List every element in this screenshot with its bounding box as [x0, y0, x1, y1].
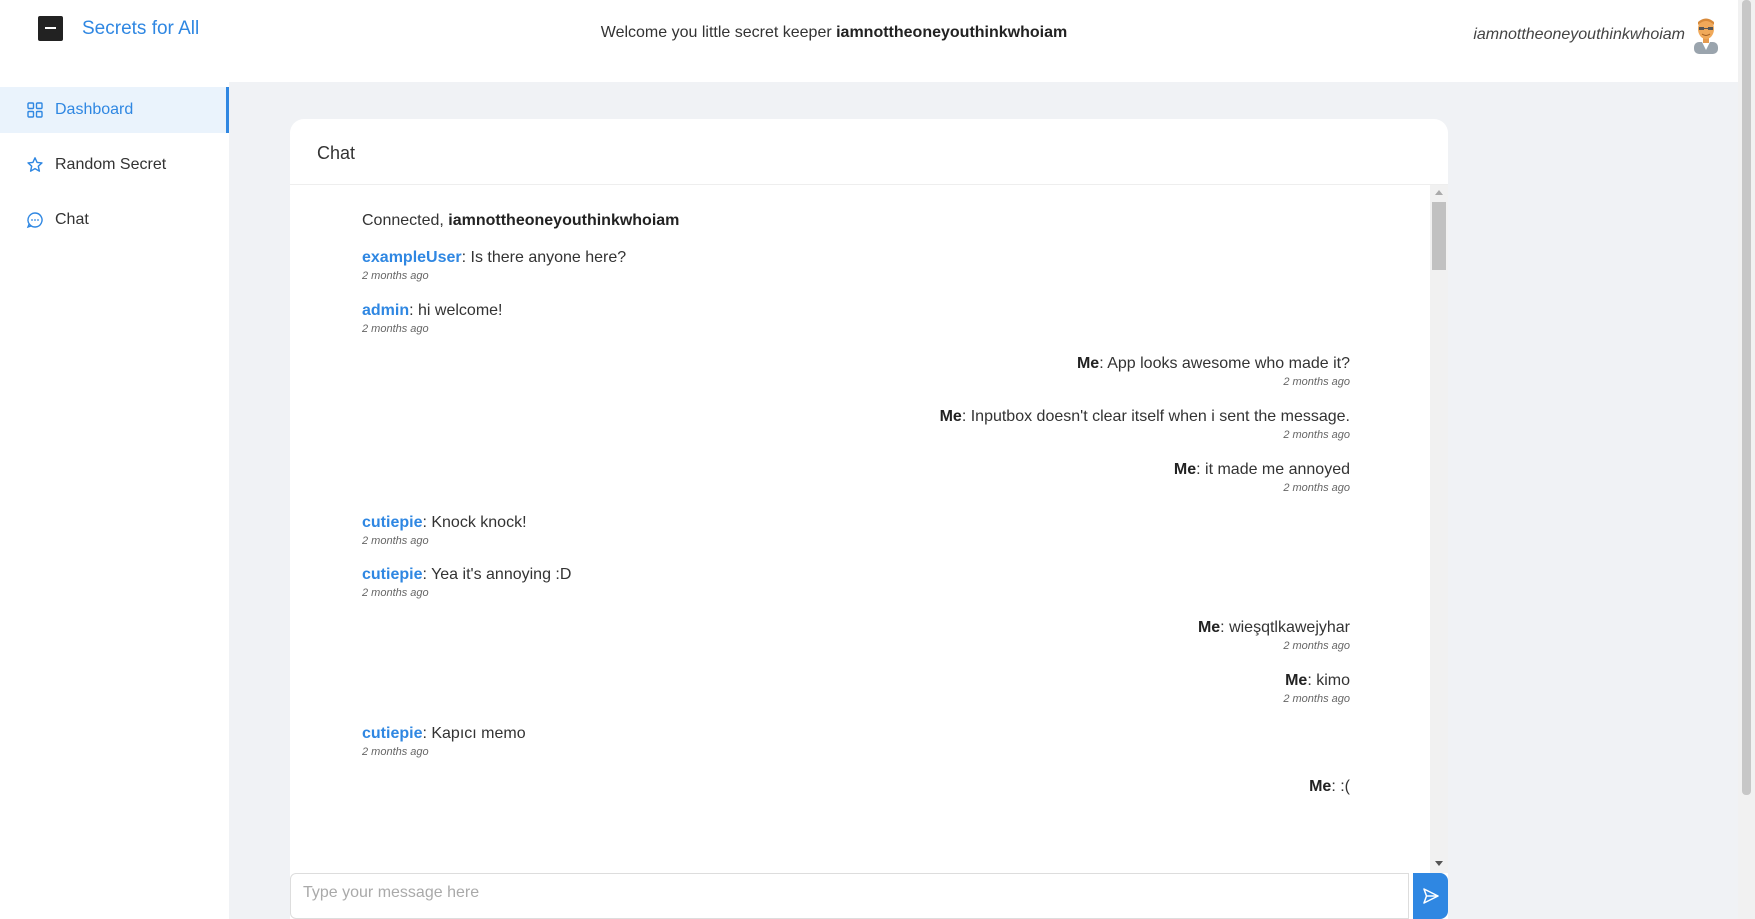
message-timestamp: 2 months ago [1283, 482, 1350, 494]
chat-message: Me: wieşqtlkawejyhar 2 months ago [1198, 619, 1350, 652]
top-header: Secrets for All Welcome you little secre… [0, 0, 1738, 82]
message-text: : kimo [1307, 672, 1350, 689]
chat-message: cutiepie: Knock knock! 2 months ago [362, 514, 527, 547]
message-author: Me [1197, 619, 1221, 636]
message-timestamp: 2 months ago [1283, 640, 1350, 652]
main-content: Chat Connected, iamnottheoneyouthinkwhoi… [229, 82, 1738, 919]
message-timestamp: 2 months ago [362, 535, 429, 547]
chat-card: Chat Connected, iamnottheoneyouthinkwhoi… [290, 119, 1448, 919]
message-text: : Is there anyone here? [461, 249, 627, 266]
chat-messages[interactable]: Connected, iamnottheoneyouthinkwhoiam ex… [290, 185, 1430, 873]
welcome-message: Welcome you little secret keeper iamnott… [0, 24, 1668, 42]
connected-prefix: Connected, [362, 212, 449, 229]
sidebar-item-label: Random Secret [55, 156, 167, 173]
message-text: : Kapıcı memo [422, 725, 526, 742]
sidebar-item-dashboard[interactable]: Dashboard [0, 87, 229, 133]
message-text: : wieşqtlkawejyhar [1220, 619, 1350, 636]
chat-message: admin: hi welcome! 2 months ago [362, 302, 503, 335]
message-author[interactable]: cutiepie [362, 725, 422, 742]
chat-scroll-thumb[interactable] [1432, 202, 1446, 270]
connected-username: iamnottheoneyouthinkwhoiam [448, 212, 680, 229]
send-button[interactable] [1413, 873, 1448, 919]
message-text: : :( [1331, 778, 1350, 795]
message-input[interactable] [290, 873, 1409, 919]
chat-message: Me: App looks awesome who made it? 2 mon… [1077, 355, 1350, 388]
message-author[interactable]: cutiepie [362, 566, 422, 583]
message-timestamp: 2 months ago [362, 323, 429, 335]
message-author[interactable]: cutiepie [362, 514, 422, 531]
message-timestamp: 2 months ago [1283, 693, 1350, 705]
chat-message: Me: kimo 2 months ago [1283, 672, 1350, 705]
message-author: Me [939, 408, 962, 425]
chat-message: Me: Inputbox doesn't clear itself when i… [940, 408, 1350, 441]
page-scroll-thumb[interactable] [1742, 0, 1751, 795]
message-author: Me [1285, 672, 1308, 689]
star-icon [26, 156, 44, 174]
welcome-prefix: Welcome you little secret keeper [600, 24, 837, 41]
sidebar-item-label: Chat [55, 211, 89, 228]
welcome-username: iamnottheoneyouthinkwhoiam [836, 24, 1068, 41]
send-icon [1422, 888, 1439, 904]
connected-status: Connected, iamnottheoneyouthinkwhoiam [362, 212, 679, 230]
message-author: Me [1173, 461, 1197, 478]
chat-message: cutiepie: Kapıcı memo 2 months ago [362, 725, 526, 758]
chat-message: exampleUser: Is there anyone here? 2 mon… [362, 249, 626, 282]
message-timestamp: 2 months ago [362, 587, 429, 599]
message-text: : App looks awesome who made it? [1099, 355, 1350, 372]
message-timestamp: 2 months ago [362, 270, 429, 282]
sidebar-item-random-secret[interactable]: Random Secret [0, 142, 229, 188]
user-menu[interactable]: iamnottheoneyouthinkwhoiam [1473, 16, 1721, 54]
message-author: Me [1076, 355, 1100, 372]
scroll-down-arrow-icon[interactable] [1435, 861, 1443, 866]
chat-message: cutiepie: Yea it's annoying :D 2 months … [362, 566, 571, 599]
message-text: : Inputbox doesn't clear itself when i s… [961, 408, 1350, 425]
message-text: : Yea it's annoying :D [422, 566, 572, 583]
message-author: Me [1309, 778, 1332, 795]
message-composer [290, 873, 1448, 919]
scroll-up-arrow-icon[interactable] [1435, 190, 1443, 195]
message-text: : Knock knock! [422, 514, 527, 531]
chat-message: Me: it made me annoyed 2 months ago [1174, 461, 1350, 494]
chat-scrollbar[interactable] [1430, 185, 1448, 873]
grid-icon [26, 101, 44, 119]
message-author[interactable]: admin [362, 302, 409, 319]
sidebar-item-label: Dashboard [55, 101, 134, 118]
message-text: : hi welcome! [409, 302, 503, 319]
message-author[interactable]: exampleUser [362, 249, 462, 266]
sidebar-item-chat[interactable]: Chat [0, 197, 229, 243]
message-timestamp: 2 months ago [1283, 376, 1350, 388]
chat-message: Me: :( [1309, 778, 1350, 796]
chat-card-title: Chat [317, 143, 356, 163]
chat-bubble-icon [26, 211, 44, 229]
message-timestamp: 2 months ago [1283, 429, 1350, 441]
avatar [1694, 18, 1718, 54]
sidebar: Dashboard Random Secret Chat [0, 82, 229, 919]
header-username: iamnottheoneyouthinkwhoiam [1473, 26, 1685, 43]
page-scrollbar[interactable] [1738, 0, 1755, 919]
message-timestamp: 2 months ago [362, 746, 429, 758]
message-text: : it made me annoyed [1196, 461, 1350, 478]
